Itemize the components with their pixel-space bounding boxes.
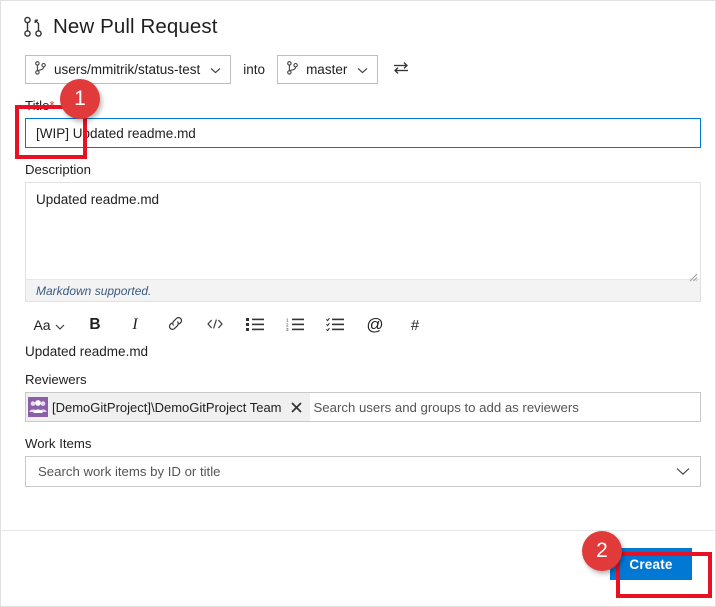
numbered-list-button[interactable]: 1 2 3: [275, 312, 315, 338]
link-icon: [167, 315, 184, 335]
required-marker: *: [49, 98, 55, 113]
page-footer: Create: [2, 530, 714, 605]
reviewers-input-box[interactable]: [DemoGitProject]\DemoGitProject Team: [25, 392, 701, 422]
chevron-down-icon: [55, 317, 65, 333]
remove-reviewer-button[interactable]: [286, 394, 308, 420]
format-toolbar: Aa B I 1 2 3 @ #: [1, 302, 715, 338]
target-branch-name: master: [306, 62, 348, 77]
branch-icon: [287, 61, 298, 78]
target-branch-selector[interactable]: master: [277, 55, 379, 84]
page-header: New Pull Request: [1, 1, 715, 39]
code-button[interactable]: [195, 312, 235, 338]
title-field-group: Title*: [1, 84, 715, 148]
branch-icon: [35, 61, 46, 78]
reviewer-chip-label: [DemoGitProject]\DemoGitProject Team: [52, 399, 282, 415]
font-size-button[interactable]: Aa: [23, 312, 75, 338]
work-items-field-group: Work Items: [1, 422, 715, 487]
work-item-link-button[interactable]: #: [395, 312, 435, 338]
branch-selector-row: users/mmitrik/status-test into master: [1, 39, 715, 84]
task-list-icon: [326, 317, 344, 334]
source-branch-name: users/mmitrik/status-test: [54, 62, 201, 77]
chevron-down-icon[interactable]: [676, 463, 690, 481]
description-preview-text: Updated readme.md: [25, 344, 149, 359]
work-items-input-box[interactable]: [25, 456, 701, 487]
swap-branches-button[interactable]: [390, 60, 412, 79]
description-textarea[interactable]: [26, 183, 700, 279]
description-label: Description: [25, 162, 91, 177]
work-items-label: Work Items: [25, 436, 92, 451]
link-button[interactable]: [155, 312, 195, 338]
title-label-text: Title: [25, 98, 50, 113]
svg-text:3: 3: [286, 327, 289, 331]
description-field-group: Description Markdown supported.: [1, 148, 715, 302]
bold-icon: B: [89, 316, 101, 333]
numbered-list-icon: 1 2 3: [286, 317, 304, 334]
reviewers-search-input[interactable]: [309, 393, 700, 421]
into-label: into: [243, 62, 266, 77]
hash-icon: #: [410, 316, 420, 334]
bold-button[interactable]: B: [75, 312, 115, 338]
markdown-supported-text: Markdown supported.: [36, 283, 152, 298]
group-avatar-icon: [28, 397, 48, 417]
font-size-label: Aa: [33, 317, 51, 333]
reviewer-chip[interactable]: [DemoGitProject]\DemoGitProject Team: [26, 393, 310, 421]
reviewers-field-group: Reviewers [DemoGitProject]\DemoGitProjec…: [1, 359, 715, 422]
mention-button[interactable]: @: [355, 312, 395, 338]
chevron-down-icon: [208, 62, 221, 77]
swap-arrows-icon: [392, 60, 410, 79]
source-branch-selector[interactable]: users/mmitrik/status-test: [25, 55, 232, 84]
chevron-down-icon: [355, 62, 368, 77]
resize-grip-icon[interactable]: [688, 269, 698, 282]
at-mention-icon: @: [366, 315, 384, 334]
code-icon: [206, 317, 224, 333]
title-input[interactable]: [25, 118, 701, 148]
page-title: New Pull Request: [53, 15, 218, 38]
title-label: Title*: [25, 98, 699, 113]
bulleted-list-icon: [246, 317, 264, 334]
new-pull-request-page: New Pull Request users/mmitrik/status-te…: [0, 0, 716, 607]
work-items-search-input[interactable]: [36, 463, 676, 480]
description-editor[interactable]: Markdown supported.: [25, 182, 701, 302]
italic-button[interactable]: I: [115, 312, 155, 338]
pull-request-icon: [23, 16, 43, 38]
italic-icon: I: [132, 316, 138, 333]
markdown-note-bar: Markdown supported.: [26, 279, 700, 301]
reviewers-label: Reviewers: [25, 372, 87, 387]
create-button[interactable]: Create: [610, 548, 692, 580]
task-list-button[interactable]: [315, 312, 355, 338]
bulleted-list-button[interactable]: [235, 312, 275, 338]
